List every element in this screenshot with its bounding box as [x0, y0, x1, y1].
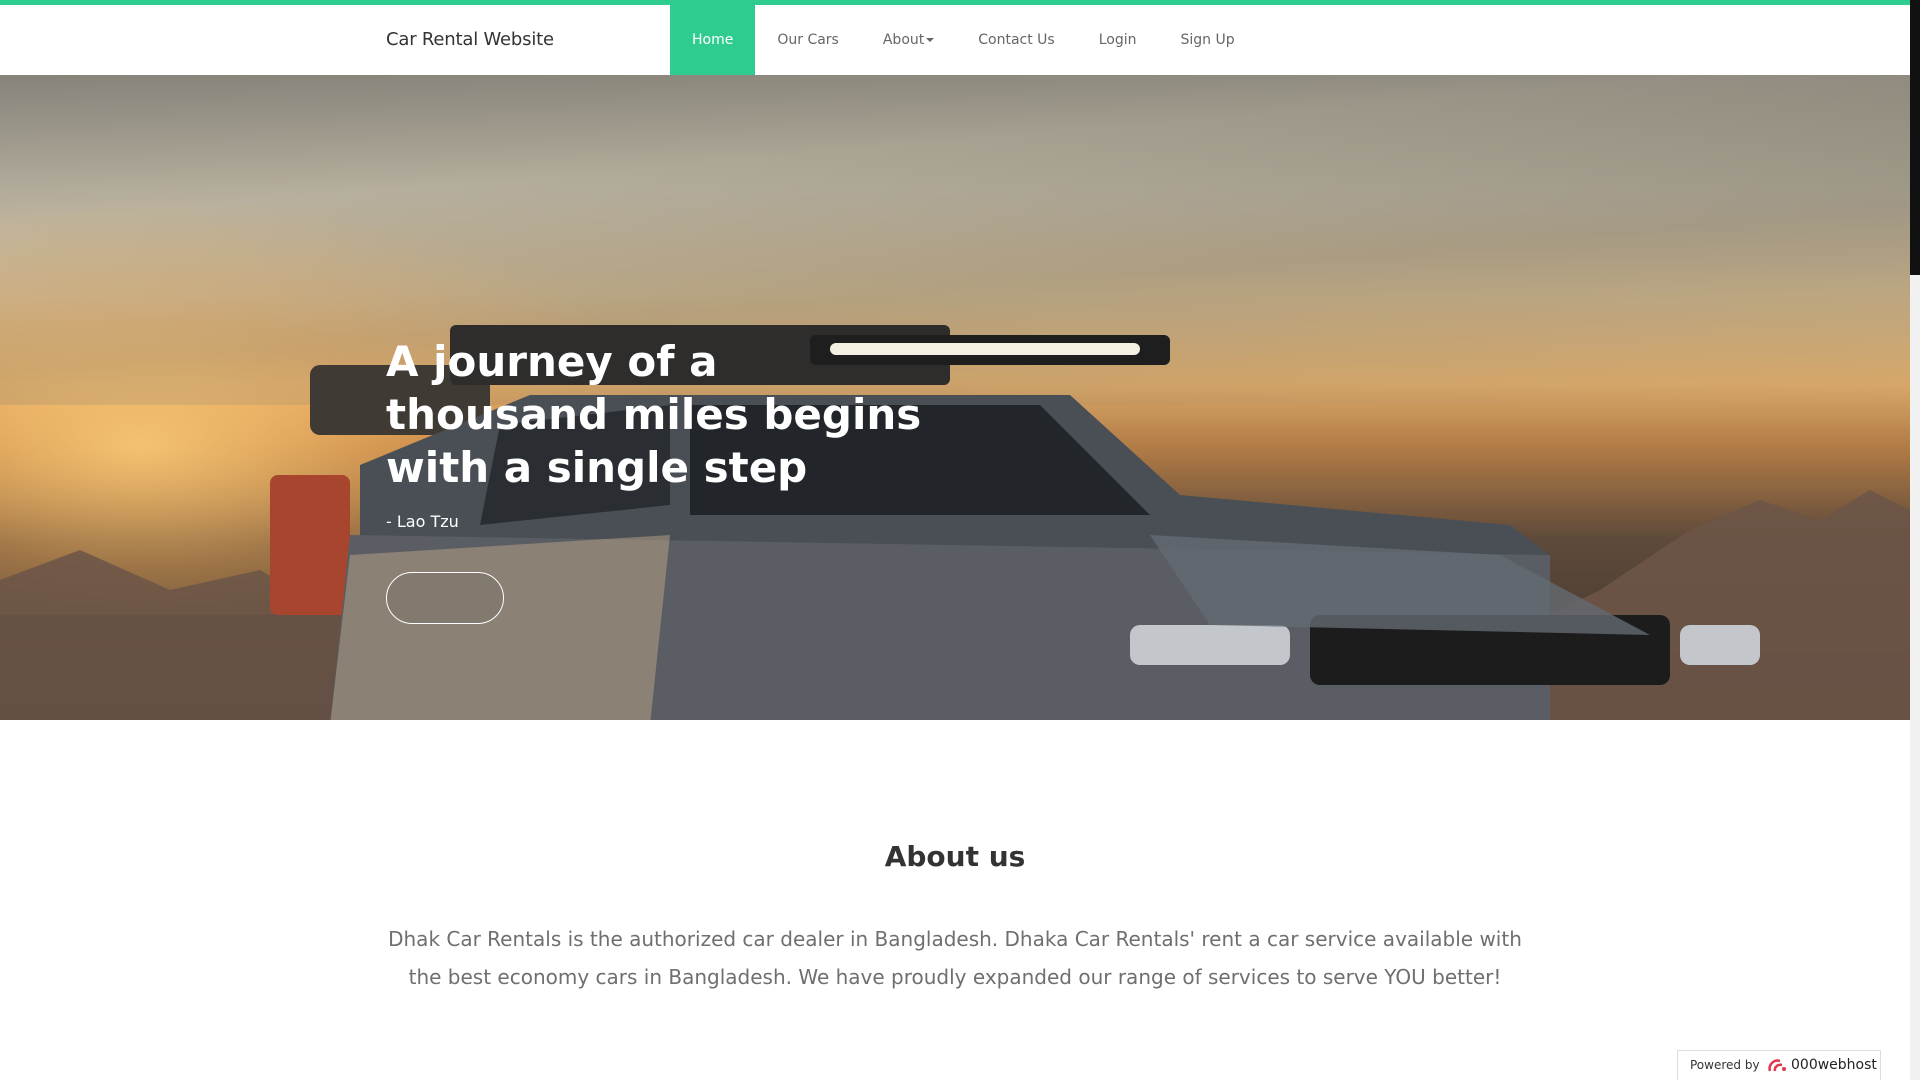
brand-title[interactable]: Car Rental Website [386, 5, 554, 75]
hero-quote: A journey of a thousand miles begins wit… [386, 335, 946, 624]
nav-item-login[interactable]: Login [1077, 5, 1159, 75]
hero-title: A journey of a thousand miles begins wit… [386, 337, 922, 492]
main-nav: Home Our Cars About Contact Us Login Sig… [670, 5, 1257, 75]
webhost-name: 000webhost [1791, 1057, 1877, 1073]
about-title: About us [884, 840, 1026, 873]
hero-author: - Lao Tzu [386, 512, 459, 531]
powered-by-label: Powered by [1690, 1058, 1760, 1072]
hero-cta-button[interactable] [386, 572, 504, 624]
about-text: Dhak Car Rentals is the authorized car d… [388, 927, 1522, 989]
nav-item-contact-us[interactable]: Contact Us [956, 5, 1076, 75]
nav-item-home[interactable]: Home [670, 5, 756, 75]
navbar: Car Rental Website Home Our Cars About C… [0, 5, 1910, 75]
nav-item-about[interactable]: About [861, 5, 956, 75]
caret-down-icon [926, 38, 935, 42]
nav-item-sign-up[interactable]: Sign Up [1159, 5, 1257, 75]
000webhost-logo-icon [1768, 1059, 1786, 1072]
page-scrollbar[interactable] [1910, 0, 1920, 1080]
nav-item-about-label: About [882, 32, 925, 48]
hero-banner: A journey of a thousand miles begins wit… [0, 75, 1910, 720]
scrollbar-thumb[interactable] [1910, 0, 1920, 275]
nav-item-our-cars[interactable]: Our Cars [755, 5, 861, 75]
about-section: About us Dhak Car Rentals is the authori… [0, 720, 1910, 1080]
powered-by-badge[interactable]: Powered by 000webhost [1677, 1050, 1881, 1080]
